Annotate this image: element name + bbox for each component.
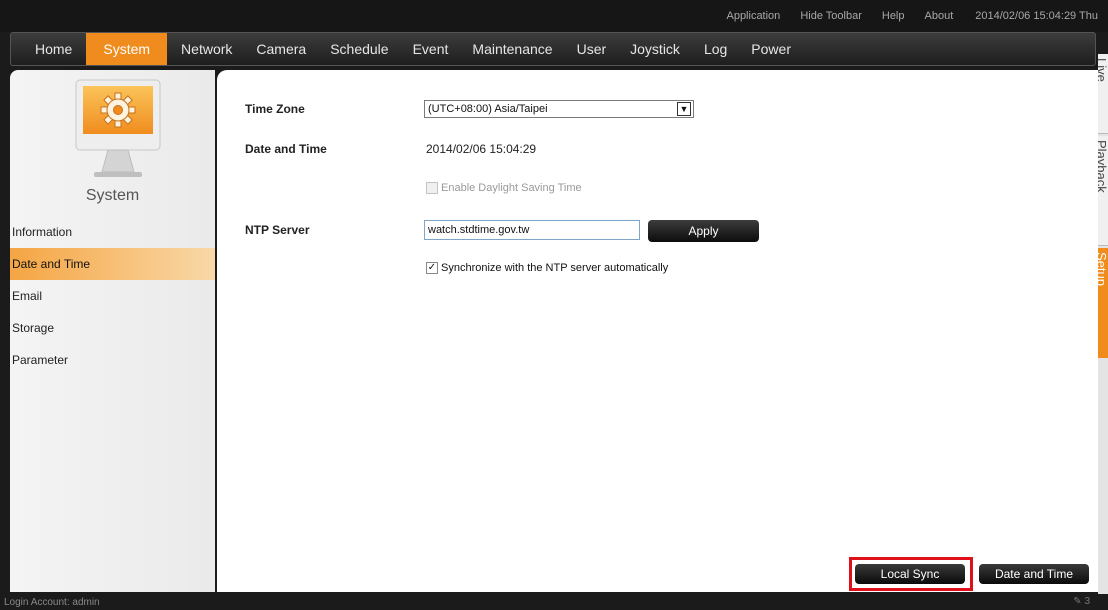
sidebar-item-email[interactable]: Email — [10, 280, 215, 312]
nav-network[interactable]: Network — [169, 33, 244, 65]
sidebar-item-date-and-time[interactable]: Date and Time — [10, 248, 215, 280]
nav-schedule[interactable]: Schedule — [318, 33, 400, 65]
dst-label: Enable Daylight Saving Time — [441, 182, 582, 194]
about-link[interactable]: About — [925, 10, 954, 22]
nav-maintenance[interactable]: Maintenance — [460, 33, 564, 65]
top-bar: Application Hide Toolbar Help About 2014… — [0, 0, 1108, 32]
nav-home[interactable]: Home — [23, 33, 84, 65]
nav-log[interactable]: Log — [692, 33, 739, 65]
sidebar: System Information Date and Time Email S… — [10, 70, 215, 592]
ntp-sync-label: Synchronize with the NTP server automati… — [441, 262, 669, 274]
time-zone-value: (UTC+08:00) Asia/Taipei — [428, 103, 548, 115]
nav-power[interactable]: Power — [739, 33, 803, 65]
application-link[interactable]: Application — [726, 10, 780, 22]
time-zone-select[interactable]: (UTC+08:00) Asia/Taipei ▼ — [424, 100, 694, 118]
tab-live-label: Live — [1098, 58, 1108, 82]
hide-toolbar-link[interactable]: Hide Toolbar — [800, 10, 862, 22]
dst-checkbox — [426, 182, 438, 194]
gear-monitor-icon — [75, 79, 161, 177]
sidebar-item-information[interactable]: Information — [10, 216, 215, 248]
nav-system[interactable]: System — [86, 33, 168, 65]
tab-setup-label: Setup — [1098, 252, 1108, 286]
ntp-sync-checkbox[interactable]: ✓ — [426, 262, 438, 274]
sidebar-title: System — [85, 187, 140, 204]
status-indicator: ✎ 3 — [1073, 596, 1090, 607]
login-account: Login Account: admin — [4, 597, 100, 608]
date-time-label: Date and Time — [245, 142, 327, 156]
ntp-server-input[interactable]: watch.stdtime.gov.tw — [424, 220, 640, 240]
tab-live[interactable]: Live — [1098, 54, 1108, 134]
chevron-down-icon[interactable]: ▼ — [677, 102, 691, 116]
nav-camera[interactable]: Camera — [244, 33, 318, 65]
tab-playback[interactable]: Playback — [1098, 136, 1108, 246]
ntp-server-label: NTP Server — [245, 223, 310, 237]
side-tabs: Live Playback Setup — [1098, 54, 1108, 594]
nav-user[interactable]: User — [565, 33, 619, 65]
nav-event[interactable]: Event — [401, 33, 461, 65]
settings-panel: Time Zone (UTC+08:00) Asia/Taipei ▼ Date… — [217, 70, 1098, 592]
apply-button[interactable]: Apply — [648, 220, 759, 242]
date-time-value: 2014/02/06 15:04:29 — [426, 142, 537, 156]
main-nav: Home System Network Camera Schedule Even… — [10, 32, 1096, 66]
status-bar: Login Account: admin ✎ 3 — [0, 594, 1108, 610]
sidebar-menu: Information Date and Time Email Storage … — [10, 216, 215, 376]
top-links: Application Hide Toolbar Help About 2014… — [726, 10, 1098, 22]
dst-option: Enable Daylight Saving Time — [426, 182, 582, 194]
status-count: 3 — [1084, 596, 1090, 607]
tab-playback-label: Playback — [1098, 140, 1108, 193]
help-link[interactable]: Help — [882, 10, 905, 22]
ntp-sync-option[interactable]: ✓ Synchronize with the NTP server automa… — [426, 262, 668, 274]
time-zone-label: Time Zone — [245, 102, 305, 116]
sidebar-item-storage[interactable]: Storage — [10, 312, 215, 344]
local-sync-button[interactable]: Local Sync — [855, 564, 965, 584]
nav-joystick[interactable]: Joystick — [618, 33, 692, 65]
date-and-time-button[interactable]: Date and Time — [979, 564, 1089, 584]
sidebar-item-parameter[interactable]: Parameter — [10, 344, 215, 376]
tab-setup[interactable]: Setup — [1098, 248, 1108, 358]
clock: 2014/02/06 15:04:29 Thu — [975, 10, 1098, 22]
